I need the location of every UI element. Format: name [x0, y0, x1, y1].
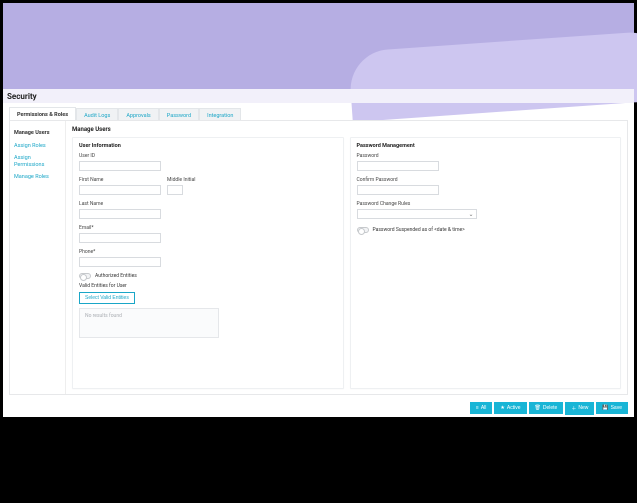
password-management-card: Password Management Password Confirm Pas… [350, 137, 622, 389]
user-info-title: User Information [79, 143, 337, 149]
password-label: Password [357, 153, 615, 159]
user-information-card: User Information User ID First Name Midd… [72, 137, 344, 389]
user-id-label: User ID [79, 153, 337, 159]
active-button[interactable]: ★Active [494, 402, 526, 414]
email-label: Email* [79, 225, 337, 231]
password-card-title: Password Management [357, 143, 615, 149]
select-valid-entities-button[interactable]: Select Valid Entities [79, 292, 135, 304]
valid-entities-list: No results found [79, 308, 219, 338]
black-region [3, 417, 634, 500]
middle-initial-input[interactable] [167, 185, 183, 195]
user-id-input[interactable] [79, 161, 161, 171]
save-button[interactable]: 💾Save [596, 402, 628, 414]
email-input[interactable] [79, 233, 161, 243]
new-button-label: New [578, 405, 588, 411]
confirm-password-label: Confirm Password [357, 177, 615, 183]
sidebar-item-manage-users[interactable]: Manage Users [14, 127, 61, 140]
list-icon: ≡ [476, 405, 479, 411]
title-bar: Security [3, 89, 634, 103]
middle-initial-label: Middle Initial [167, 177, 195, 183]
page-title: Security [7, 92, 37, 101]
password-input[interactable] [357, 161, 439, 171]
main-heading: Manage Users [72, 126, 621, 133]
phone-input[interactable] [79, 257, 161, 267]
main-panel: Manage Users User Information User ID Fi… [66, 121, 627, 394]
confirm-password-input[interactable] [357, 185, 439, 195]
password-change-rules-label: Password Change Rules [357, 201, 615, 207]
star-icon: ★ [500, 405, 504, 411]
sidebar: Manage Users Assign Roles Assign Permiss… [10, 121, 66, 394]
first-name-input[interactable] [79, 185, 161, 195]
phone-label: Phone* [79, 249, 337, 255]
sidebar-item-assign-roles[interactable]: Assign Roles [14, 140, 61, 153]
sidebar-item-manage-roles[interactable]: Manage Roles [14, 171, 61, 184]
new-button[interactable]: ＋New [565, 402, 594, 415]
header-banner [3, 3, 634, 89]
first-name-label: First Name [79, 177, 161, 183]
content-area: Manage Users Assign Roles Assign Permiss… [9, 120, 628, 395]
delete-button-label: Delete [543, 405, 557, 411]
plus-icon: ＋ [571, 405, 576, 412]
all-button[interactable]: ≡All [470, 402, 492, 414]
password-change-rules-select[interactable] [357, 209, 477, 219]
no-results-text: No results found [85, 313, 122, 319]
trash-icon: 🗑 [535, 405, 541, 411]
last-name-label: Last Name [79, 201, 337, 207]
save-icon: 💾 [602, 405, 608, 411]
password-suspended-toggle[interactable] [357, 227, 369, 233]
last-name-input[interactable] [79, 209, 161, 219]
sidebar-item-assign-permissions[interactable]: Assign Permissions [14, 152, 61, 171]
save-button-label: Save [611, 405, 622, 411]
authorized-entities-toggle[interactable] [79, 273, 91, 279]
valid-entities-label: Valid Entities for User [79, 283, 337, 289]
delete-button[interactable]: 🗑Delete [529, 402, 564, 414]
password-suspended-label: Password Suspended as of <date & time> [373, 227, 465, 233]
footer-actions: ≡All ★Active 🗑Delete ＋New 💾Save [9, 402, 628, 414]
authorized-entities-label: Authorized Entities [95, 273, 137, 279]
active-button-label: Active [507, 405, 521, 411]
all-button-label: All [481, 405, 487, 411]
